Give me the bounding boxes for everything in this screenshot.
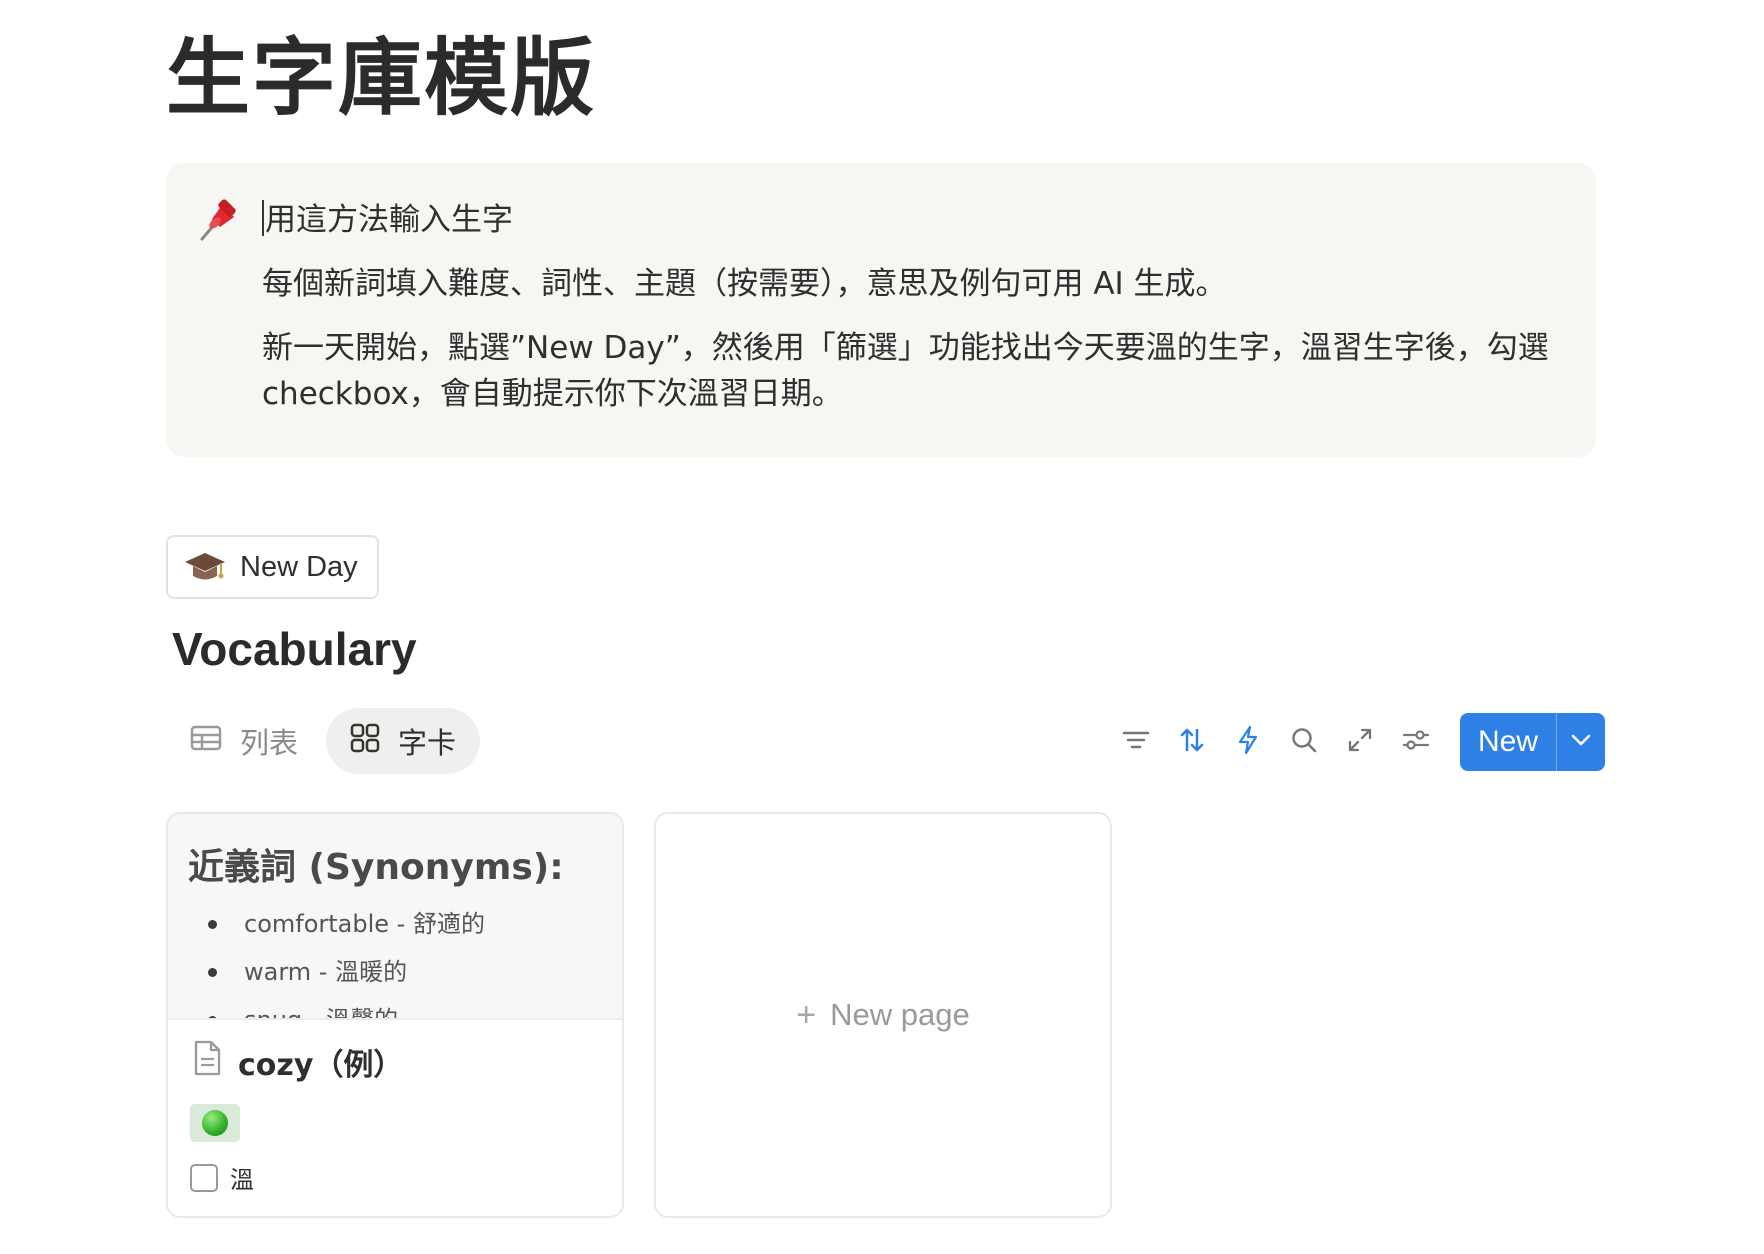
new-page-content: + New page	[796, 996, 969, 1035]
review-checkbox[interactable]	[190, 1163, 218, 1192]
expand-icon	[1347, 727, 1373, 758]
search-button[interactable]	[1276, 714, 1332, 770]
list-item: comfortable - 舒適的	[208, 900, 485, 948]
tab-gallery-view[interactable]: 字卡	[326, 708, 481, 774]
new-day-button[interactable]: New Day	[166, 535, 379, 599]
list-item: snug - 溫馨的	[208, 996, 485, 1018]
status-tag	[190, 1104, 240, 1142]
sort-icon	[1178, 726, 1206, 759]
sort-button[interactable]	[1164, 714, 1220, 770]
list-item: warm - 溫暖的	[208, 948, 485, 996]
settings-icon	[1402, 728, 1430, 757]
review-checkbox-label: 溫	[230, 1166, 254, 1194]
review-checkbox-row: 溫	[190, 1160, 254, 1195]
preview-list: comfortable - 舒適的 warm - 溫暖的 snug - 溫馨的	[208, 900, 485, 1018]
expand-button[interactable]	[1332, 714, 1388, 770]
new-day-label: New Day	[240, 550, 358, 583]
preview-heading: 近義詞 (Synonyms):	[188, 847, 564, 888]
callout-heading[interactable]: 用這方法輸入生字	[262, 197, 1562, 243]
tab-list-view[interactable]: 列表	[166, 708, 322, 774]
pushpin-icon	[196, 199, 240, 243]
plus-icon: +	[796, 995, 817, 1034]
view-tabs: 列表 字卡	[166, 708, 481, 774]
page-title: 生字庫模版	[166, 29, 597, 127]
callout-heading-text: 用這方法輸入生字	[265, 202, 513, 238]
filter-button[interactable]	[1108, 714, 1164, 770]
new-button[interactable]: New	[1460, 713, 1556, 771]
automation-button[interactable]	[1220, 714, 1276, 770]
gallery-icon	[350, 723, 398, 760]
gallery-card[interactable]: 近義詞 (Synonyms): comfortable - 舒適的 warm -…	[166, 812, 624, 1218]
tab-list-label: 列表	[240, 726, 299, 760]
new-options-button[interactable]	[1557, 713, 1605, 771]
new-button-group: New	[1460, 713, 1606, 771]
chevron-down-icon	[1570, 733, 1592, 752]
database-title: Vocabulary	[172, 623, 417, 675]
page-icon	[192, 1040, 238, 1084]
callout-block: 用這方法輸入生字 每個新詞填入難度、詞性、主題（按需要），意思及例句可用 AI …	[166, 163, 1596, 457]
graduation-cap-icon	[184, 549, 226, 585]
callout-line-2: 新一天開始，點選”New Day”，然後用「篩選」功能找出今天要溫的生字，溫習生…	[262, 330, 1549, 412]
automation-icon	[1237, 725, 1259, 760]
table-icon	[190, 724, 240, 758]
callout-line-1: 每個新詞填入難度、詞性、主題（按需要），意思及例句可用 AI 生成。	[262, 266, 1227, 302]
tab-gallery-label: 字卡	[398, 726, 457, 760]
search-icon	[1290, 726, 1318, 759]
new-page-card[interactable]: + New page	[654, 812, 1112, 1218]
card-title-text: cozy（例）	[238, 1048, 404, 1083]
green-circle-icon	[202, 1110, 228, 1136]
database-toolbar: New	[1108, 713, 1606, 771]
card-preview: 近義詞 (Synonyms): comfortable - 舒適的 warm -…	[168, 814, 622, 1020]
settings-button[interactable]	[1388, 714, 1444, 770]
card-title[interactable]: cozy（例）	[192, 1040, 403, 1084]
filter-icon	[1122, 729, 1150, 756]
new-page-label: New page	[830, 997, 970, 1032]
